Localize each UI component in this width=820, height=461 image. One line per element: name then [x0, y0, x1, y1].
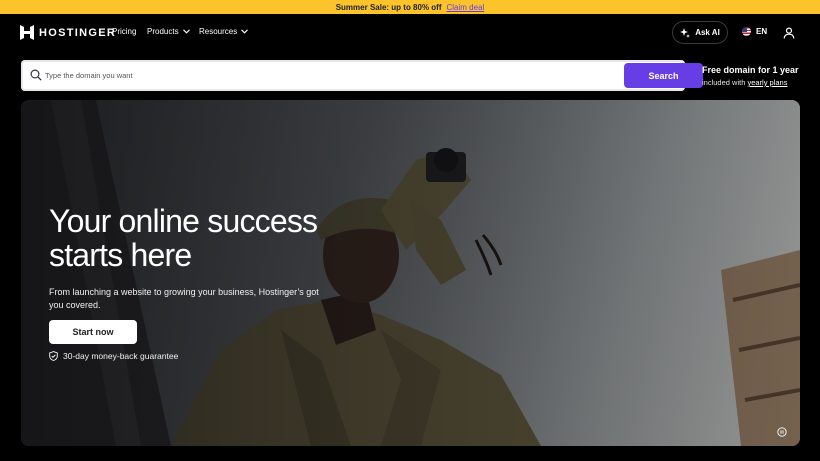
video-pause-button[interactable] [777, 424, 787, 442]
search-icon [30, 69, 42, 81]
nav-resources-label: Resources [199, 27, 238, 36]
claim-deal-link[interactable]: Claim deal [447, 3, 485, 12]
hero-content: Your online success starts here From lau… [49, 204, 349, 312]
money-back-guarantee: 30-day money-back guarantee [49, 351, 178, 361]
domain-search-input[interactable] [45, 64, 605, 87]
promo-bar: Summer Sale: up to 80% off Claim deal [0, 0, 820, 14]
account-button[interactable] [783, 26, 795, 44]
chevron-down-icon [241, 29, 249, 34]
domain-search-bar: Search [21, 60, 703, 91]
nav-pricing[interactable]: Pricing [112, 27, 136, 36]
ask-ai-label: Ask AI [695, 28, 720, 37]
hero-title: Your online success starts here [49, 204, 349, 272]
brand-name: HOSTINGER [39, 26, 117, 39]
ask-ai-button[interactable]: Ask AI [672, 21, 728, 44]
user-icon [783, 27, 795, 39]
language-label: EN [756, 27, 768, 36]
nav-resources[interactable]: Resources [199, 27, 249, 36]
promo-text: Summer Sale: up to 80% off [335, 2, 442, 12]
hero-banner: Your online success starts here From lau… [21, 100, 800, 446]
shield-check-icon [49, 351, 58, 361]
free-domain-sub-prefix: included with [702, 78, 746, 87]
hero-title-line-2: starts here [49, 237, 192, 273]
free-domain-info: Free domain for 1 year included with yea… [702, 65, 812, 89]
free-domain-subtitle: included with yearly plans [702, 76, 812, 89]
guarantee-text: 30-day money-back guarantee [63, 351, 179, 361]
hostinger-logo-icon [20, 25, 34, 40]
nav-pricing-label: Pricing [112, 27, 137, 36]
sparkle-icon [680, 27, 691, 38]
yearly-plans-link[interactable]: yearly plans [747, 78, 787, 87]
us-flag-icon [742, 27, 751, 36]
language-selector[interactable]: EN [742, 27, 767, 36]
free-domain-title: Free domain for 1 year [702, 65, 799, 75]
top-nav: HOSTINGER Pricing Products Resources Ask… [0, 14, 820, 52]
start-now-button[interactable]: Start now [49, 320, 137, 344]
nav-products-label: Products [147, 27, 179, 36]
hero-subtitle: From launching a website to growing your… [49, 287, 319, 310]
hero-title-line-1: Your online success [49, 203, 318, 239]
chevron-down-icon [182, 29, 190, 34]
nav-products[interactable]: Products [147, 27, 190, 36]
brand-logo[interactable]: HOSTINGER [20, 25, 116, 40]
search-button[interactable]: Search [624, 63, 703, 88]
pause-icon [777, 427, 787, 437]
